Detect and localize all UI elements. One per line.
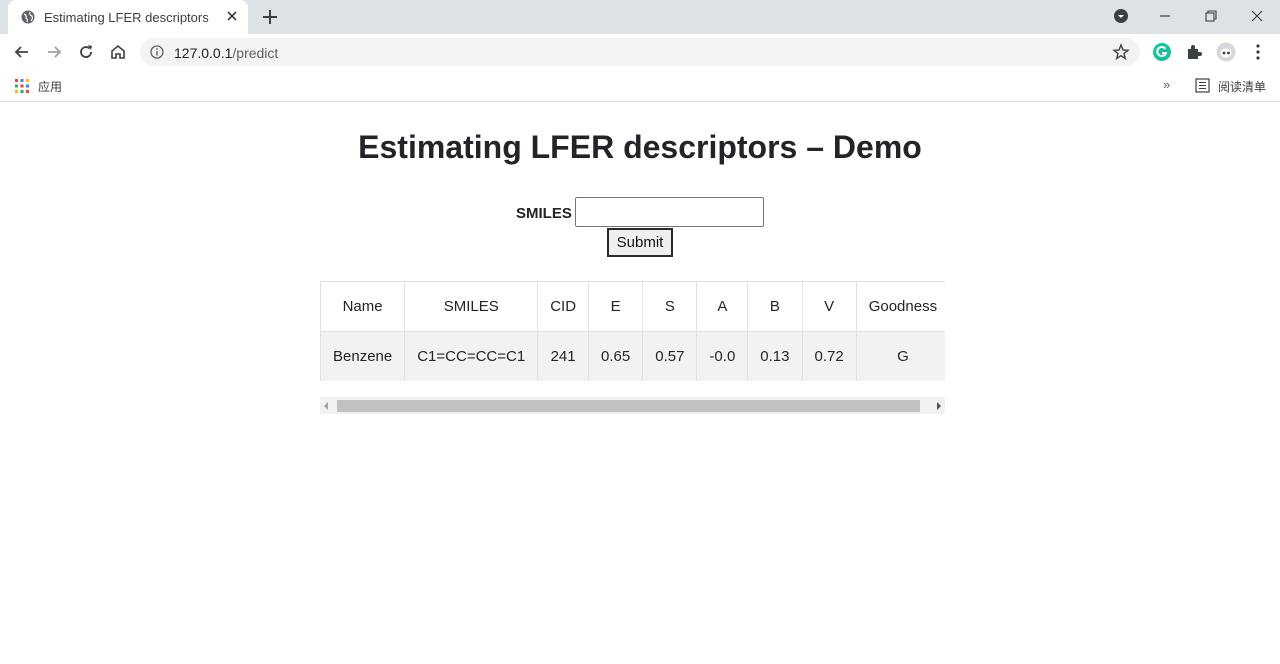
scrollbar-thumb[interactable] (337, 400, 920, 412)
col-header-goodness: Goodness (855, 281, 945, 332)
cell-smiles: C1=CC=CC=C1 (404, 331, 539, 381)
globe-icon (21, 10, 35, 24)
new-tab-icon[interactable] (259, 6, 281, 28)
col-header-name: Name (320, 281, 406, 332)
results-table-container: Name SMILES CID E S A B V Goodness Benze… (320, 281, 945, 381)
cell-s: 0.57 (642, 331, 698, 381)
bookmarks-bar: 应用 » 阅读清单 (0, 70, 1280, 102)
apps-grid-icon[interactable] (15, 79, 29, 93)
smiles-label: SMILES (516, 205, 572, 222)
page-title: Estimating LFER descriptors – Demo (358, 129, 922, 165)
table-header-row: Name SMILES CID E S A B V Goodness (320, 281, 945, 332)
col-header-s: S (642, 281, 698, 332)
table-horizontal-scrollbar[interactable] (320, 397, 945, 414)
cell-goodness: G (855, 331, 945, 381)
cell-v: 0.72 (801, 331, 857, 381)
col-header-b: B (747, 281, 803, 332)
table-row: Benzene C1=CC=CC=C1 241 0.65 0.57 -0.0 0… (320, 331, 945, 381)
cell-b: 0.13 (747, 331, 803, 381)
home-icon[interactable] (108, 42, 128, 62)
scroll-left-arrow-icon[interactable] (324, 402, 328, 410)
col-header-a: A (696, 281, 749, 332)
window-close-icon[interactable] (1249, 8, 1265, 24)
url-host: 127.0.0.1 (174, 45, 233, 61)
minimize-icon[interactable] (1157, 8, 1173, 24)
submit-button[interactable]: Submit (607, 228, 673, 257)
address-bar[interactable]: 127.0.0.1/predict (140, 38, 1140, 66)
col-header-v: V (801, 281, 857, 332)
restore-icon[interactable] (1203, 8, 1219, 24)
apps-bookmark[interactable]: 应用 (38, 78, 62, 95)
forward-icon[interactable] (44, 42, 64, 62)
scroll-right-arrow-icon[interactable] (937, 402, 941, 410)
reload-icon[interactable] (76, 42, 96, 62)
tab-title: Estimating LFER descriptors (44, 10, 209, 25)
cell-name: Benzene (320, 331, 406, 381)
cell-e: 0.65 (588, 331, 644, 381)
extensions-icon[interactable] (1184, 42, 1204, 62)
browser-tab[interactable]: Estimating LFER descriptors (8, 0, 248, 34)
browser-toolbar: 127.0.0.1/predict (0, 34, 1280, 70)
url-path: /predict (232, 45, 279, 61)
col-header-smiles: SMILES (404, 281, 539, 332)
results-table: Name SMILES CID E S A B V Goodness Benze… (320, 281, 945, 381)
cell-cid: 241 (537, 331, 590, 381)
col-header-cid: CID (537, 281, 590, 332)
bookmarks-overflow-button[interactable]: » (1163, 77, 1170, 92)
page-content: Estimating LFER descriptors – Demo SMILE… (0, 103, 1280, 664)
info-icon[interactable] (150, 45, 164, 59)
profile-avatar-icon[interactable] (1216, 42, 1236, 62)
back-icon[interactable] (12, 42, 32, 62)
more-menu-icon[interactable] (1248, 42, 1268, 62)
bookmark-star-icon[interactable] (1112, 43, 1130, 61)
reading-list-button[interactable]: 阅读清单 (1218, 78, 1266, 95)
grammarly-icon[interactable] (1152, 42, 1172, 62)
col-header-e: E (588, 281, 644, 332)
smiles-input[interactable] (575, 197, 764, 227)
cell-a: -0.0 (696, 331, 749, 381)
tab-strip: Estimating LFER descriptors (0, 0, 1280, 34)
close-icon[interactable] (224, 8, 240, 24)
reading-list-icon[interactable] (1195, 78, 1210, 93)
url-text[interactable]: 127.0.0.1/predict (174, 45, 278, 61)
profile-menu-icon[interactable] (1113, 8, 1129, 24)
